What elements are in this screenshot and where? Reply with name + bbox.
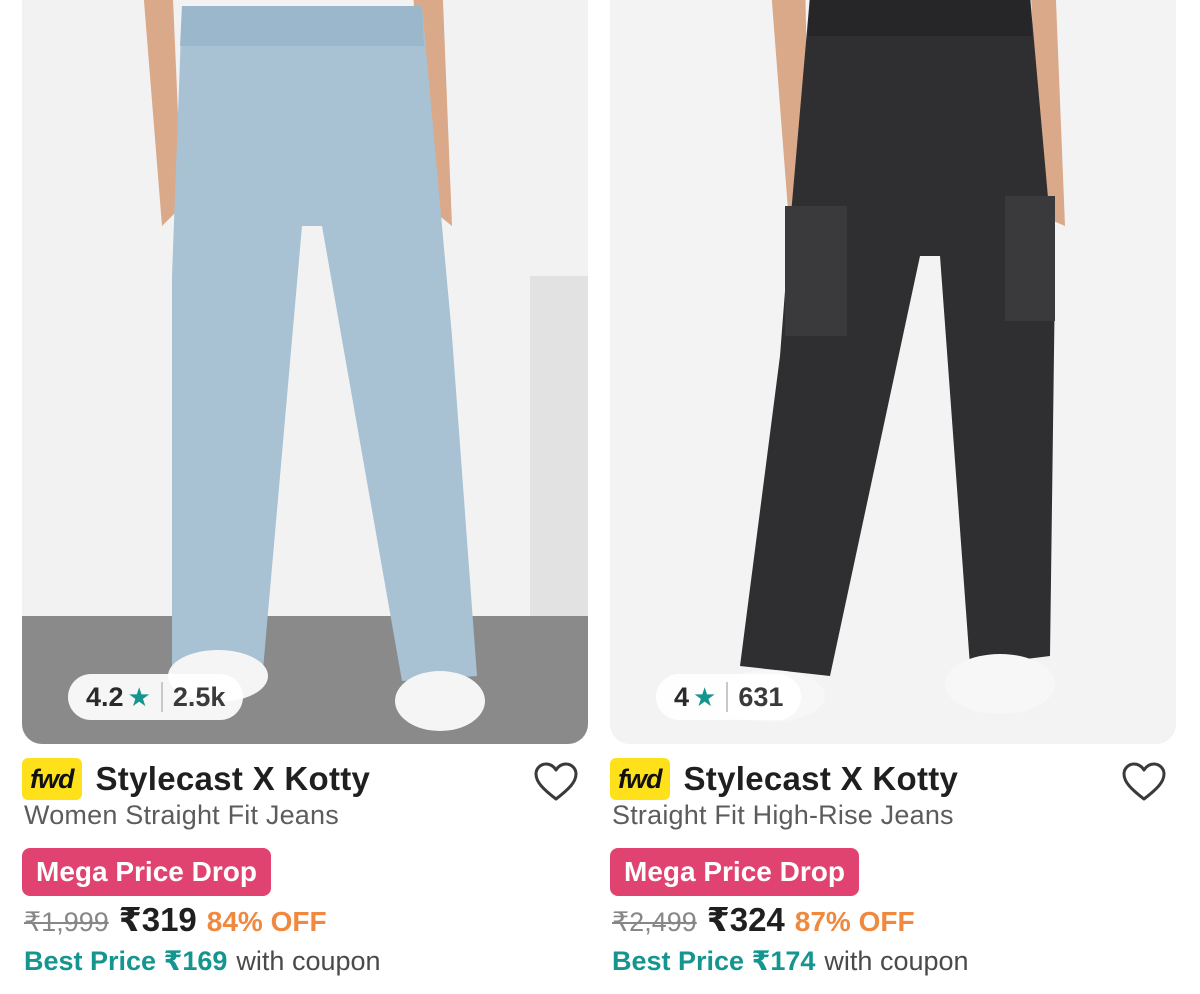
product-name[interactable]: Women Straight Fit Jeans bbox=[24, 800, 339, 831]
best-price-row: Best Price ₹174 with coupon bbox=[612, 946, 969, 977]
fwd-badge: fwd bbox=[22, 758, 82, 800]
best-price: Best Price ₹174 bbox=[612, 946, 816, 976]
original-price: ₹1,999 bbox=[24, 907, 109, 937]
price-row: ₹1,999 ₹319 84% OFF bbox=[24, 900, 327, 939]
discount-percent: 87% OFF bbox=[794, 906, 915, 937]
product-card[interactable]: 4 ★ 631 fwd Stylecast X Kotty Straight F… bbox=[610, 0, 1176, 994]
star-icon: ★ bbox=[693, 681, 717, 712]
review-count: 2.5k bbox=[172, 681, 226, 712]
rating-value: 4 bbox=[674, 681, 690, 712]
product-image[interactable] bbox=[22, 0, 588, 744]
star-icon: ★ bbox=[127, 681, 151, 712]
heart-outline-icon[interactable] bbox=[1120, 760, 1168, 804]
deal-tag: Mega Price Drop bbox=[22, 848, 271, 896]
brand-name[interactable]: Stylecast X Kotty bbox=[684, 760, 959, 798]
rating-badge: 4.2 ★ 2.5k bbox=[68, 674, 244, 720]
rating-divider bbox=[160, 682, 163, 712]
product-name[interactable]: Straight Fit High-Rise Jeans bbox=[612, 800, 954, 831]
original-price: ₹2,499 bbox=[612, 907, 697, 937]
best-price-row: Best Price ₹169 with coupon bbox=[24, 946, 381, 977]
rating-divider bbox=[726, 682, 729, 712]
product-card[interactable]: 4.2 ★ 2.5k fwd Stylecast X Kotty Women S… bbox=[22, 0, 588, 994]
best-price: Best Price ₹169 bbox=[24, 946, 228, 976]
heart-outline-icon[interactable] bbox=[532, 760, 580, 804]
coupon-note: with coupon bbox=[824, 946, 969, 976]
product-title-row: fwd Stylecast X Kotty bbox=[22, 756, 588, 802]
rating-value: 4.2 bbox=[86, 681, 124, 712]
discount-percent: 84% OFF bbox=[206, 906, 327, 937]
product-grid: 4.2 ★ 2.5k fwd Stylecast X Kotty Women S… bbox=[0, 0, 1200, 994]
product-image[interactable] bbox=[610, 0, 1176, 744]
coupon-note: with coupon bbox=[236, 946, 381, 976]
selling-price: ₹324 bbox=[706, 901, 785, 938]
price-row: ₹2,499 ₹324 87% OFF bbox=[612, 900, 915, 939]
deal-tag: Mega Price Drop bbox=[610, 848, 859, 896]
product-title-row: fwd Stylecast X Kotty bbox=[610, 756, 1176, 802]
selling-price: ₹319 bbox=[118, 901, 197, 938]
brand-name[interactable]: Stylecast X Kotty bbox=[96, 760, 371, 798]
review-count: 631 bbox=[738, 681, 784, 712]
rating-badge: 4 ★ 631 bbox=[656, 674, 802, 720]
fwd-badge: fwd bbox=[610, 758, 670, 800]
